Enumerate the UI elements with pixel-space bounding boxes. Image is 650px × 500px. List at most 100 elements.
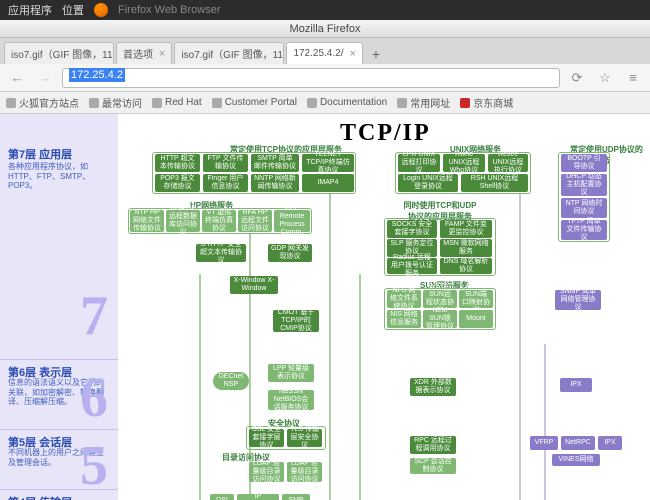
desktop-menu-bar: 应用程序 位置 Firefox Web Browser xyxy=(0,0,650,20)
diagram-title: TCP/IP xyxy=(340,120,431,147)
new-tab-button[interactable]: + xyxy=(365,44,387,64)
layer4-heading: 第4层 传输层 xyxy=(8,494,72,500)
box-lpr: LPR UNIX远程打印协议 xyxy=(398,154,440,172)
bookmark-label: Red Hat xyxy=(165,97,202,108)
box-rwho: Rwho UNIX远程Who协议 xyxy=(443,154,485,172)
bookmark-item[interactable]: 京东商城 xyxy=(460,95,513,110)
box-http: HTTP 超文本传输协议 xyxy=(155,154,200,172)
url-text: 172.25.4.2 xyxy=(69,68,125,82)
box-tftp: TFTP 简单文件传输协议 xyxy=(561,220,607,240)
site-icon xyxy=(307,98,317,108)
box-bootp: BOOTP 引导协议 xyxy=(561,154,607,172)
tab-label: iso7.gif（GIF 图像，113… xyxy=(181,46,284,61)
box-ssl: SSL 安全套接字层协议 xyxy=(249,429,284,447)
box-nntp: NNTP 网络新闻传输协议 xyxy=(251,174,299,192)
box-ntp: NTP 网络时间协议 xyxy=(561,198,607,218)
box-rdahp: RDA HP 远程数据库访问协议 xyxy=(166,210,200,232)
box-pop3: POP3 报文存储协议 xyxy=(155,174,200,192)
box-msn: MSN 微软网络服务 xyxy=(440,239,492,257)
box-lpp: LPP 轻量级表示协议 xyxy=(268,364,314,382)
tab-172-25-4-2[interactable]: 172.25.4.2/× xyxy=(286,42,362,64)
box-ldap: LDAP 轻量级目录访问协议 xyxy=(249,462,284,482)
box-nis: NIS 网络信息服务 xyxy=(387,310,421,328)
box-vines: VINES网络 xyxy=(552,454,600,466)
bookmark-label: 火狐官方站点 xyxy=(19,95,79,110)
box-pmap: PMAP SUN端口映射协议 xyxy=(459,290,493,308)
firefox-label: Firefox Web Browser xyxy=(118,4,221,16)
menu-places[interactable]: 位置 xyxy=(62,2,84,18)
page-content: 第7层 应用层 各种应用程序协议，如HTTP、FTP、SMTP、POP3。 7 … xyxy=(0,114,650,500)
hamburger-menu-icon[interactable]: ≡ xyxy=(622,67,644,89)
box-shttp: S-HTTP 安全超文本传输协议 xyxy=(196,244,246,262)
layer6-num: 6 xyxy=(80,366,108,430)
firefox-icon[interactable] xyxy=(94,3,108,17)
box-rpc2: RPC 远程过程调用协议 xyxy=(410,436,456,454)
folder-icon xyxy=(397,98,407,108)
bookmark-item[interactable]: 火狐官方站点 xyxy=(6,95,79,110)
box-smtp: SMTP 简单邮件传输协议 xyxy=(251,154,299,172)
box-nlm: NLM SUN锁管理协议 xyxy=(423,310,457,328)
bookmark-item[interactable]: 最常访问 xyxy=(89,95,142,110)
box-ftp: FTP 文件传输协议 xyxy=(203,154,248,172)
box-ipx2: IPX xyxy=(598,436,622,450)
box-socks: SOCKS 安全套接字协议 xyxy=(387,220,437,238)
box-famp: FAMP 文件变更监控协议 xyxy=(440,220,492,238)
bookmark-star-icon[interactable]: ☆ xyxy=(594,67,616,89)
menu-apps[interactable]: 应用程序 xyxy=(8,2,52,18)
window-title: Mozilla Firefox xyxy=(290,23,361,35)
box-login: Login UNIX远程登录协议 xyxy=(398,174,458,192)
box-decnet: DECnet NSP xyxy=(213,372,249,390)
back-button[interactable]: ← xyxy=(6,67,28,89)
address-bar: ← → 172.25.4.2 ⟳ ☆ ≡ xyxy=(0,64,650,92)
bookmark-item[interactable]: Red Hat xyxy=(152,97,202,108)
layer7-desc: 各种应用程序协议，如HTTP、FTP、SMTP、POP3。 xyxy=(8,162,108,191)
box-rstat: R-STAT SUN远程状态协议 xyxy=(423,290,457,308)
url-input[interactable]: 172.25.4.2 xyxy=(62,68,560,88)
site-icon xyxy=(212,98,222,108)
tab-preferences[interactable]: 首选项 × xyxy=(116,42,172,64)
box-scp: SCP 会话控制协议 xyxy=(410,458,456,474)
close-icon[interactable]: × xyxy=(159,48,165,60)
bookmark-label: Documentation xyxy=(320,97,387,108)
forward-button[interactable]: → xyxy=(34,67,56,89)
box-vt: VT 虚拟终端仿真协议 xyxy=(202,210,236,232)
layer7-num: 7 xyxy=(80,284,108,348)
bookmark-item[interactable]: 常用网址 xyxy=(397,95,450,110)
layer5-num: 5 xyxy=(80,434,108,498)
tab-iso7-1[interactable]: iso7.gif（GIF 图像，113…× xyxy=(4,42,114,64)
tab-strip: iso7.gif（GIF 图像，113…× 首选项× iso7.gif（GIF … xyxy=(0,38,650,64)
close-icon[interactable]: × xyxy=(349,48,355,60)
bookmark-label: 京东商城 xyxy=(473,95,513,110)
box-nfs: NFS 网络文件系统协议 xyxy=(387,290,421,308)
bookmark-item[interactable]: Documentation xyxy=(307,97,387,108)
site-icon xyxy=(460,98,470,108)
box-dsi: DSI xyxy=(210,494,234,500)
box-rexec: Rexec UNIX远程执行协议 xyxy=(488,154,528,172)
tab-label: 首选项 xyxy=(123,46,153,61)
box-cmot: CMOT 基于TCP/IP的CMIP协议 xyxy=(273,310,319,332)
bookmark-label: 最常访问 xyxy=(102,95,142,110)
reload-button[interactable]: ⟳ xyxy=(566,67,588,89)
box-tls: TLS 传输层安全协议 xyxy=(287,429,322,447)
box-snmp: SNMP 简单网络管理协议 xyxy=(555,290,601,310)
box-xwin: X-Window X-Window xyxy=(230,276,278,294)
box-gdp: GDP 网关发现协议 xyxy=(268,244,312,262)
box-mount: Mount xyxy=(459,310,493,328)
box-imap4: IMAP4 xyxy=(302,174,354,192)
tab-label: iso7.gif（GIF 图像，113… xyxy=(11,46,114,61)
bookmarks-bar: 火狐官方站点 最常访问 Red Hat Customer Portal Docu… xyxy=(0,92,650,114)
window-titlebar: Mozilla Firefox xyxy=(0,20,650,38)
box-smb: SMB xyxy=(282,494,310,500)
box-ipx: IPX xyxy=(560,378,592,392)
box-dhcp: DHCP 动态主机配置协议 xyxy=(561,174,607,196)
bookmark-item[interactable]: Customer Portal xyxy=(212,97,297,108)
box-rpc: RPC Remote Process Comm. xyxy=(274,210,310,232)
tab-iso7-2[interactable]: iso7.gif（GIF 图像，113…× xyxy=(174,42,284,64)
box-ntphp: NTP HP 网络文件传输协议 xyxy=(130,210,164,232)
folder-icon xyxy=(6,98,16,108)
site-icon xyxy=(152,98,162,108)
box-netrpc: NetRPC xyxy=(561,436,595,450)
box-dns: DNS 域名解析协议 xyxy=(440,258,492,274)
box-nbssn: NBSSN NetBIOS会话服务协议 xyxy=(268,390,314,410)
bookmark-label: Customer Portal xyxy=(225,97,297,108)
